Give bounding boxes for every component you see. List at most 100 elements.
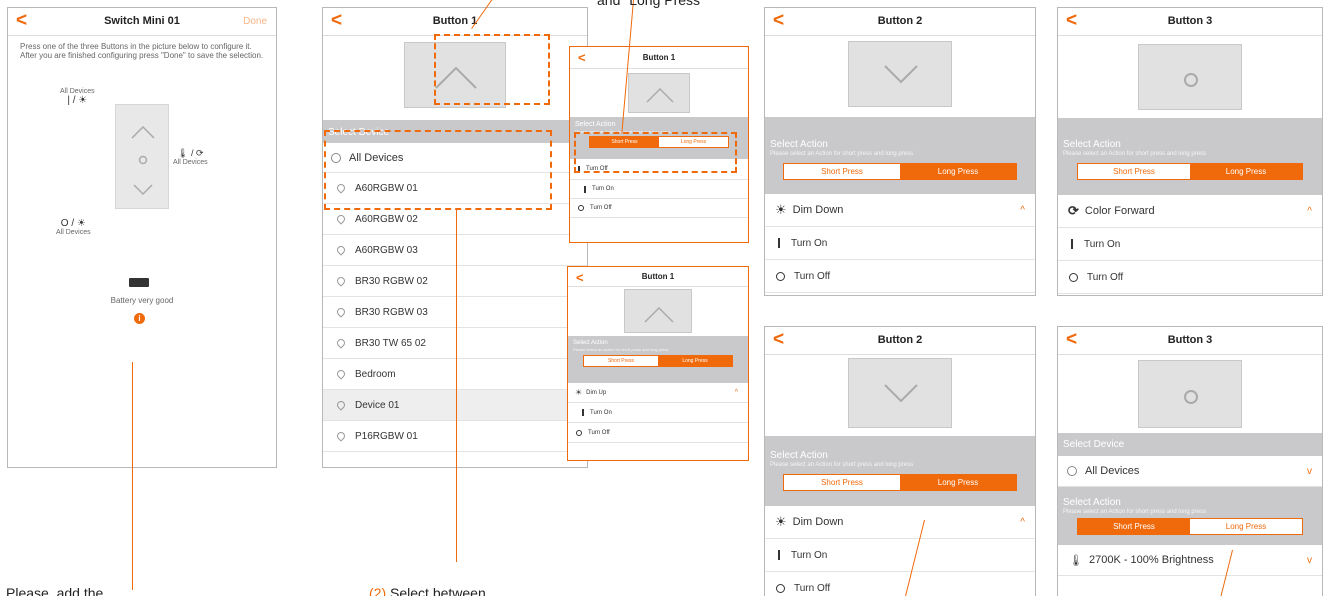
long-press-tab[interactable]: Long Press <box>900 164 1016 179</box>
list-item[interactable]: Turn On <box>568 403 748 423</box>
button-preview[interactable] <box>848 358 952 428</box>
highlight-devices <box>324 130 552 210</box>
press-toggle: Short Press Long Press <box>1077 518 1303 535</box>
button-preview[interactable] <box>1138 360 1242 428</box>
list-item[interactable]: Turn On <box>570 180 748 199</box>
page-title: Switch Mini 01 <box>104 15 180 27</box>
button2-screen: < Button 2 Select Action Please select a… <box>764 7 1036 296</box>
chevron-up-icon: ^ <box>1020 516 1025 528</box>
button3-screen: < Button 3 Select Action Please select a… <box>1057 7 1323 296</box>
list-item[interactable]: ☀ Dim Up ^ <box>568 383 748 403</box>
list-item[interactable]: Turn On <box>765 227 1035 260</box>
callout-line <box>456 210 457 562</box>
button-preview[interactable] <box>1138 44 1242 110</box>
list-item[interactable]: BR30 TW 65 02 <box>323 328 587 359</box>
bottom-button-label: O / ☀ All Devices <box>56 218 91 236</box>
color-cycle-icon: ⟳ <box>1068 203 1079 218</box>
list-item[interactable]: ☀ Dim Down ^ <box>765 506 1035 539</box>
button1-longpress-screen: < Button 1 Select Action Please select a… <box>567 266 749 461</box>
pin-icon <box>335 368 347 380</box>
pin-icon <box>335 430 347 442</box>
chevron-up-icon: ^ <box>1307 205 1312 217</box>
switch-buttons-icon[interactable] <box>116 105 170 210</box>
list-item[interactable]: Turn Off <box>765 260 1035 293</box>
circle-icon <box>1184 73 1198 87</box>
section-subtitle: Please select an Action for short press … <box>1063 509 1207 515</box>
page-title: Button 3 <box>1167 15 1213 27</box>
press-toggle: Short Press Long Press <box>1077 163 1303 180</box>
battery-icon <box>129 278 149 287</box>
short-press-tab[interactable]: Short Press <box>1078 519 1190 534</box>
list-item[interactable]: ☀ Dim Down ^ <box>765 194 1035 227</box>
page-title: Button 2 <box>877 15 923 27</box>
list-item[interactable]: Turn Off <box>765 572 1035 596</box>
button-preview <box>628 73 690 113</box>
header: < Switch Mini 01 Done <box>8 8 276 36</box>
section-subtitle: Please select an Action for short press … <box>770 151 914 157</box>
thermometer-icon: 🌡 <box>1069 554 1083 567</box>
button-preview <box>624 289 692 333</box>
on-icon <box>584 185 586 193</box>
section-subtitle: Please select an Action for short press … <box>1063 151 1207 157</box>
on-icon <box>1071 239 1073 249</box>
list-item[interactable]: BR30 RGBW 02 <box>323 266 587 297</box>
page-title: Button 1 <box>641 272 675 281</box>
press-toggle: Short Press Long Press <box>783 163 1017 180</box>
list-item[interactable]: Turn Off <box>568 423 748 443</box>
battery-status: Battery very good <box>110 296 174 305</box>
section-header: Select Action <box>770 139 828 150</box>
list-item[interactable]: All Devices v <box>1058 456 1322 487</box>
done-button[interactable]: Done <box>243 16 267 27</box>
chevron-down-icon <box>884 65 918 84</box>
press-toggle: Short Press Long Press <box>583 355 733 367</box>
long-press-tab[interactable]: Long Press <box>1190 164 1302 179</box>
list-item[interactable]: 🌡 2700K - 100% Brightness v <box>1058 545 1322 576</box>
chevron-down-icon <box>884 384 918 403</box>
list-item[interactable]: Bedroom <box>323 359 587 390</box>
section-header: Select Action <box>1063 497 1121 508</box>
short-press-tab[interactable]: Short Press <box>784 475 900 490</box>
section-header: Select Action <box>573 340 608 346</box>
short-press-tab[interactable]: Short Press <box>1078 164 1190 179</box>
section-subtitle: Please select an Action for short press … <box>573 347 669 352</box>
list-item[interactable]: Turn On <box>765 539 1035 572</box>
on-icon <box>582 409 584 416</box>
on-icon <box>778 238 780 248</box>
top-button-label: All Devices | / ☀ <box>60 88 95 106</box>
long-press-tab[interactable]: Long Press <box>900 475 1016 490</box>
list-item[interactable]: ⟳ Color Forward ^ <box>1058 195 1322 228</box>
circle-icon <box>1184 390 1198 404</box>
pin-icon <box>335 275 347 287</box>
pin-icon <box>335 399 347 411</box>
header: < Button 1 <box>323 8 587 36</box>
off-icon <box>776 271 785 281</box>
long-press-tab[interactable]: Long Press <box>1190 519 1302 534</box>
list-item[interactable]: P16RGBW 01 <box>323 421 587 452</box>
off-icon <box>776 583 785 593</box>
list-item[interactable]: BR30 RGBW 03 <box>323 297 587 328</box>
pin-icon <box>335 213 347 225</box>
list-item[interactable]: Turn Off <box>1058 261 1322 294</box>
chevron-up-icon <box>644 306 674 323</box>
button-preview[interactable] <box>848 41 952 107</box>
pin-icon <box>335 337 347 349</box>
page-title: Button 2 <box>877 334 923 346</box>
button2-screen-b: < Button 2 Select Action Please select a… <box>764 326 1036 596</box>
short-press-tab[interactable]: Short Press <box>784 164 900 179</box>
list-item[interactable]: A60RGBW 03 <box>323 235 587 266</box>
short-press-tab[interactable]: Short Press <box>584 356 658 366</box>
pin-icon <box>335 244 347 256</box>
info-icon[interactable]: i <box>134 313 145 324</box>
list-item[interactable]: Turn On <box>1058 228 1322 261</box>
section-subtitle: Please select an Action for short press … <box>770 462 914 468</box>
sun-icon: ☀ <box>575 388 583 397</box>
page-title: Button 3 <box>1167 334 1213 346</box>
highlight-button <box>434 34 550 105</box>
chevron-up-icon <box>646 87 674 103</box>
page-title: Button 1 <box>642 53 676 62</box>
list-item[interactable]: Device 01 <box>323 390 587 421</box>
section-header: Select Device <box>1058 433 1322 456</box>
list-item[interactable]: Turn Off <box>570 199 748 218</box>
long-press-tab[interactable]: Long Press <box>658 356 732 366</box>
instructions: Press one of the three Buttons in the pi… <box>20 42 264 60</box>
